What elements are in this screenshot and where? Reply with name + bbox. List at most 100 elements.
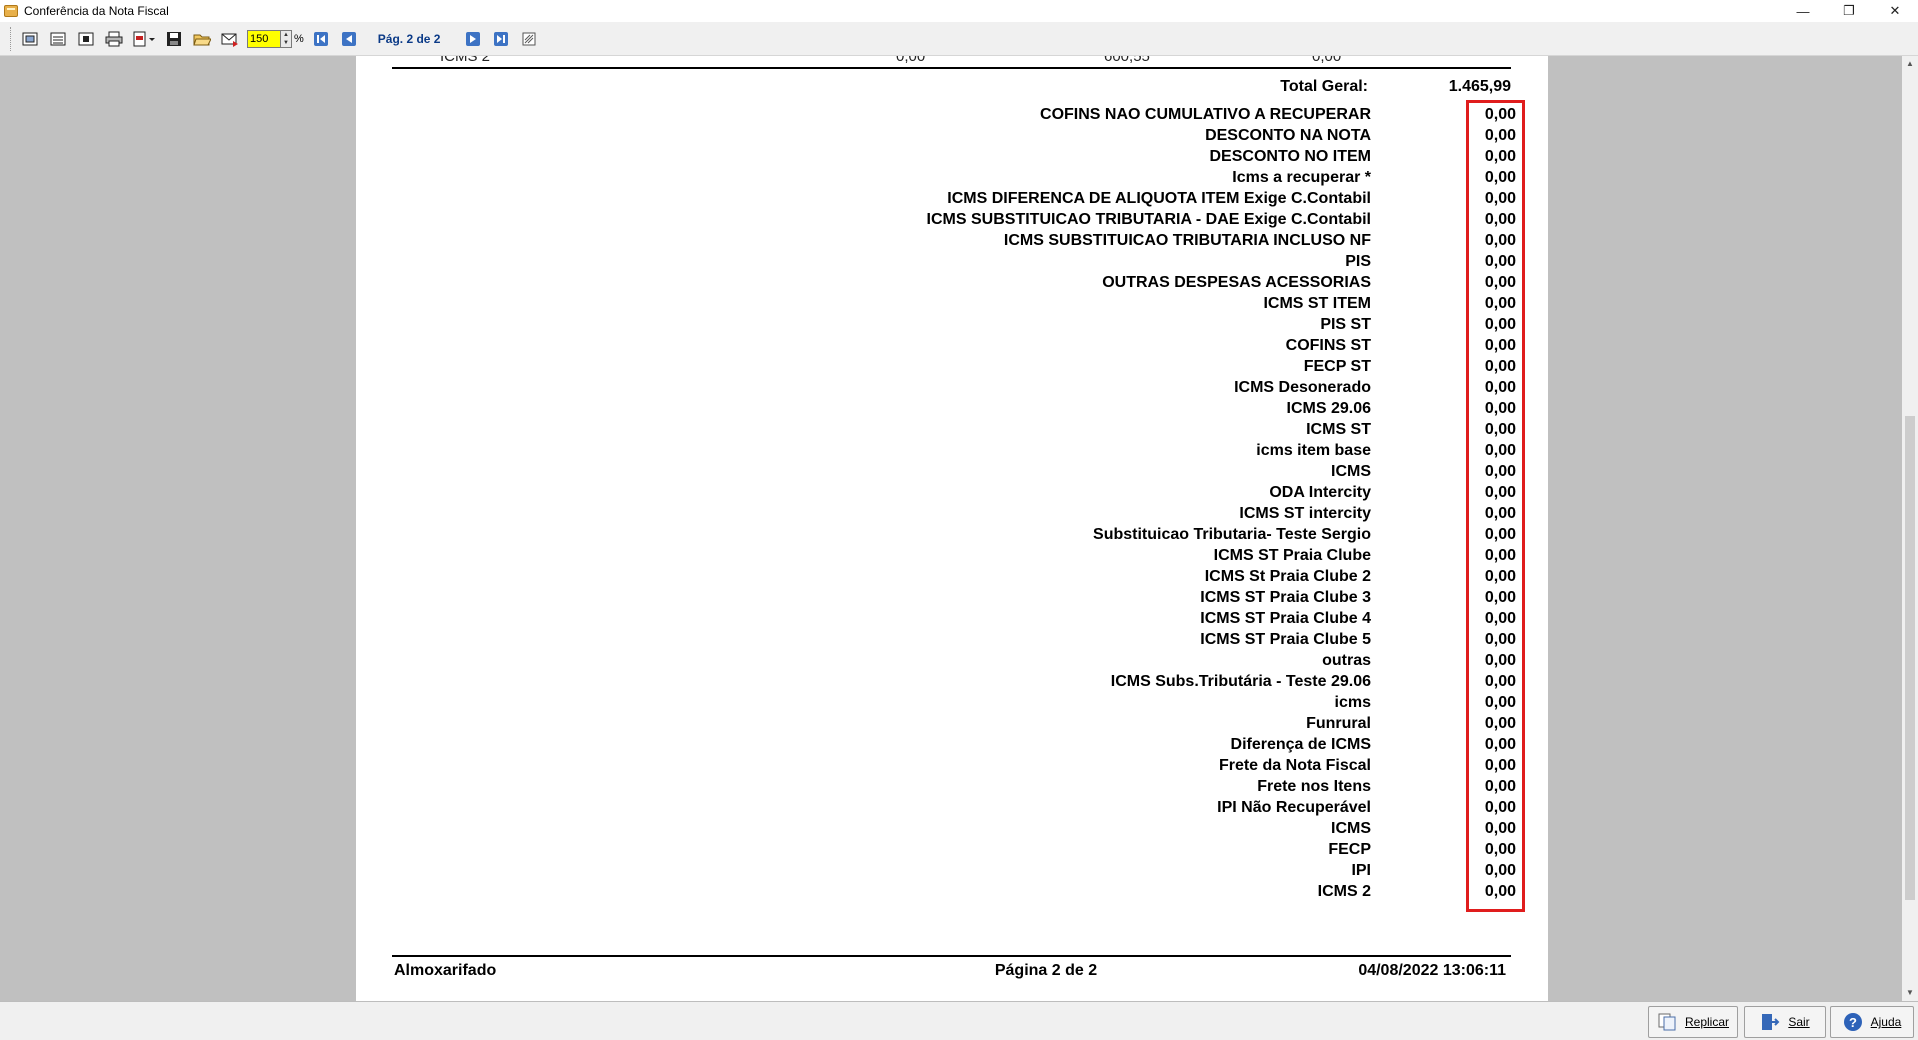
print-button[interactable]	[103, 28, 125, 50]
scroll-up-icon[interactable]: ▲	[1902, 56, 1918, 72]
tax-name: Substituicao Tributaria- Teste Sergio	[1093, 526, 1371, 543]
floppy-disk-icon	[167, 31, 181, 46]
previous-page-button[interactable]	[338, 28, 360, 50]
tax-name: ICMS ST intercity	[1239, 505, 1371, 522]
tax-name: ICMS 29.06	[1286, 400, 1371, 417]
scroll-down-icon[interactable]: ▼	[1902, 985, 1918, 1001]
tax-name: ODA Intercity	[1269, 484, 1371, 501]
vertical-scrollbar[interactable]: ▲ ▼	[1902, 56, 1918, 1001]
footer-page-number: Página 2 de 2	[994, 962, 1098, 979]
exit-door-icon	[1760, 1012, 1780, 1032]
tax-row: ICMS 29.06 0,00	[416, 398, 1516, 419]
tax-name: ICMS Subs.Tributária - Teste 29.06	[1110, 673, 1371, 690]
tax-name: ICMS ST Praia Clube	[1213, 547, 1371, 564]
tax-name: COFINS ST	[1285, 337, 1371, 354]
sair-button[interactable]: Sair	[1744, 1006, 1826, 1038]
page-width-icon	[50, 32, 66, 45]
ajuda-label: Ajuda	[1870, 1015, 1902, 1029]
help-question-icon: ?	[1843, 1012, 1863, 1032]
report-page: ICMS 2 0,00 600,55 0,00 Total Geral: 1.4…	[356, 56, 1548, 1001]
send-email-button[interactable]	[219, 28, 241, 50]
close-button[interactable]: ✕	[1872, 0, 1918, 22]
report-preview-area[interactable]: ICMS 2 0,00 600,55 0,00 Total Geral: 1.4…	[0, 56, 1902, 1001]
replicar-label: Replicar	[1684, 1015, 1729, 1029]
actual-size-button[interactable]	[75, 28, 97, 50]
tax-row: IPI 0,00	[416, 860, 1516, 881]
tax-name: FECP	[1328, 841, 1371, 858]
printer-icon	[105, 31, 123, 46]
tax-row: ICMS 2 0,00	[416, 881, 1516, 902]
tax-row: ICMS ST intercity 0,00	[416, 503, 1516, 524]
tax-row: ICMS St Praia Clube 2 0,00	[416, 566, 1516, 587]
ajuda-button[interactable]: ? Ajuda	[1830, 1006, 1914, 1038]
tax-row: PIS ST 0,00	[416, 314, 1516, 335]
zoom-spinner[interactable]: ▲ ▼	[281, 29, 292, 48]
spin-up-icon[interactable]: ▲	[281, 31, 291, 39]
tax-name: DESCONTO NO ITEM	[1209, 148, 1372, 165]
tax-name: Icms a recuperar *	[1232, 169, 1371, 186]
tax-name: ICMS ST	[1306, 421, 1371, 438]
spin-down-icon[interactable]: ▼	[281, 39, 291, 47]
sair-label: Sair	[1788, 1015, 1810, 1029]
zoom-whole-page-button[interactable]	[19, 28, 41, 50]
email-icon	[221, 33, 238, 47]
scroll-thumb[interactable]	[1905, 416, 1915, 900]
close-preview-icon	[522, 32, 536, 45]
tax-row: Substituicao Tributaria- Teste Sergio 0,0…	[416, 524, 1516, 545]
tax-name: ICMS	[1331, 820, 1371, 837]
toolbar-grip	[10, 26, 13, 51]
window-title: Conferência da Nota Fiscal	[24, 4, 169, 18]
tax-name: COFINS NAO CUMULATIVO A RECUPERAR	[1040, 106, 1371, 123]
tax-name: ICMS ST Praia Clube 4	[1200, 610, 1371, 627]
next-page-icon	[466, 31, 481, 46]
tax-list: COFINS NAO CUMULATIVO A RECUPERAR 0,00 DES…	[416, 104, 1516, 902]
tax-row: COFINS NAO CUMULATIVO A RECUPERAR 0,00	[416, 104, 1516, 125]
tax-row: ICMS DIFERENCA DE ALIQUOTA ITEM Exige C.…	[416, 188, 1516, 209]
tax-row: ICMS ST Praia Clube 5 0,00	[416, 629, 1516, 650]
page-width-button[interactable]	[47, 28, 69, 50]
tax-name: icms	[1334, 694, 1371, 711]
window-controls: — ❐ ✕	[1780, 0, 1918, 22]
cut-header-value-2: 600,55	[1104, 56, 1150, 65]
restore-button[interactable]: ❐	[1826, 0, 1872, 22]
replicar-button[interactable]: Replicar	[1648, 1006, 1738, 1038]
tax-name: Frete nos Itens	[1257, 778, 1371, 795]
actual-size-icon	[78, 32, 94, 45]
save-button[interactable]	[163, 28, 185, 50]
footer-department: Almoxarifado	[394, 962, 497, 979]
previous-page-icon	[341, 31, 356, 46]
tax-name: Diferença de ICMS	[1230, 736, 1371, 753]
cut-header-label: ICMS 2	[440, 56, 491, 65]
total-label: Total Geral:	[1280, 78, 1368, 95]
zoom-input[interactable]	[247, 29, 281, 48]
tax-name: ICMS SUBSTITUICAO TRIBUTARIA - DAE Exige…	[926, 211, 1371, 228]
tax-row: ICMS ST Praia Clube 0,00	[416, 545, 1516, 566]
highlight-annotation	[1466, 100, 1525, 912]
zoom-control: ▲ ▼ %	[247, 29, 304, 48]
first-page-button[interactable]	[310, 28, 332, 50]
svg-text:?: ?	[1849, 1015, 1857, 1030]
minimize-button[interactable]: —	[1780, 0, 1826, 22]
tax-row: ICMS 0,00	[416, 461, 1516, 482]
tax-name: OUTRAS DESPESAS ACESSORIAS	[1102, 274, 1371, 291]
export-document-icon	[133, 31, 155, 46]
tax-name: icms item base	[1256, 442, 1371, 459]
tax-name: ICMS 2	[1317, 883, 1371, 900]
tax-row: ICMS Desonerado 0,00	[416, 377, 1516, 398]
tax-row: DESCONTO NO ITEM 0,00	[416, 146, 1517, 167]
close-preview-button[interactable]	[518, 28, 540, 50]
tax-row: ODA Intercity 0,00	[416, 482, 1516, 503]
open-folder-icon	[193, 34, 211, 45]
tax-name: Frete da Nota Fiscal	[1218, 757, 1371, 774]
export-button[interactable]	[131, 28, 157, 50]
tax-name: PIS ST	[1320, 316, 1371, 333]
tax-row: Frete nos Itens 0,00	[416, 776, 1516, 797]
tax-row: icms 0,00	[416, 692, 1516, 713]
app-folder-icon	[4, 5, 18, 17]
next-page-button[interactable]	[462, 28, 484, 50]
open-button[interactable]	[191, 28, 213, 50]
tax-row: Icms a recuperar * 0,00	[416, 167, 1516, 188]
page-indicator: Pág. 2 de 2	[377, 31, 441, 46]
tax-row: ICMS Subs.Tributária - Teste 29.06 0,00	[416, 671, 1516, 692]
last-page-button[interactable]	[490, 28, 512, 50]
